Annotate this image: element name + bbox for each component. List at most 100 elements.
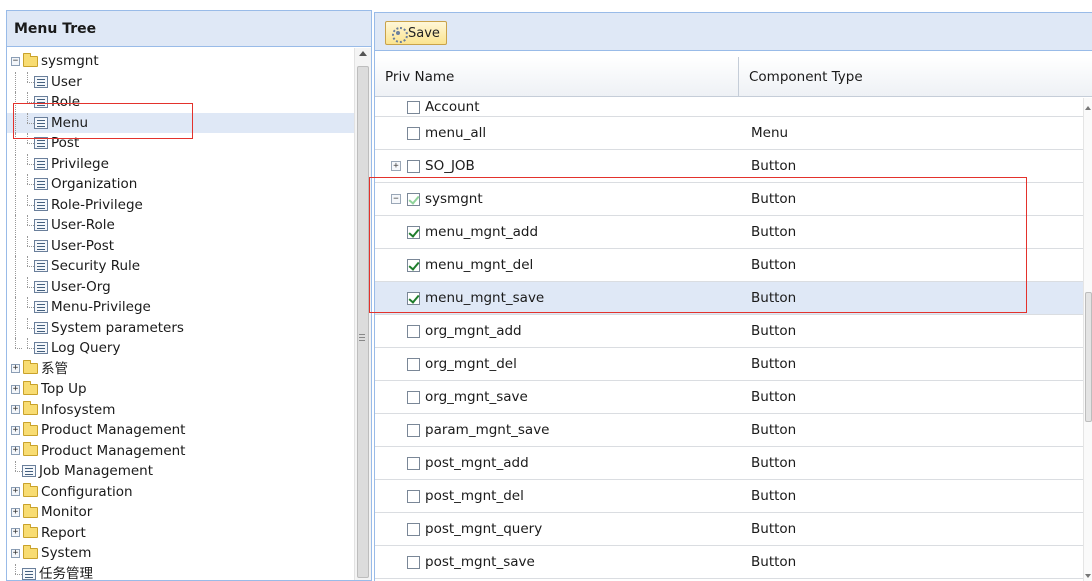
page-icon [34,342,48,355]
component-type-cell: Button [751,521,797,537]
tree-node[interactable]: Log Query [7,338,355,359]
grid-row[interactable]: Account [375,98,1092,117]
tree-node[interactable]: + System [7,543,355,564]
privilege-checkbox[interactable] [407,555,420,569]
collapse-icon[interactable]: − [391,194,401,204]
expand-icon[interactable]: + [11,405,20,415]
privilege-checkbox[interactable] [407,489,420,503]
privilege-checkbox[interactable] [407,390,420,404]
scrollbar-thumb[interactable] [1085,292,1092,422]
grid-row[interactable]: menu_mgnt_save Button [375,282,1092,315]
privilege-checkbox[interactable] [407,357,420,371]
priv-name: menu_mgnt_add [425,224,539,240]
privilege-checkbox[interactable] [407,324,420,338]
privilege-checkbox[interactable] [407,100,420,114]
tree-node-label: Organization [51,176,138,193]
grid-row[interactable]: + SO_JOB Button [375,150,1092,183]
tree-node[interactable]: Menu [7,112,355,133]
grid-row[interactable]: menu_mgnt_del Button [375,249,1092,282]
priv-name: org_mgnt_add [425,323,522,339]
tree-node[interactable]: User-Post [7,235,355,257]
tree-guide-line [22,317,34,338]
grid-row[interactable]: post_mgnt_query Button [375,513,1092,546]
tree-node-label: User-Post [51,237,115,254]
expand-icon[interactable]: + [11,446,20,456]
grid-row[interactable]: menu_all Menu [375,117,1092,150]
grid-row[interactable]: post_mgnt_save Button [375,546,1092,579]
grid-scrollbar[interactable] [1083,98,1092,581]
tree-node[interactable]: Post [7,133,355,154]
tree-node-label: Job Management [39,463,154,480]
page-icon [34,157,48,170]
tree-node[interactable]: Role-Privilege [7,194,355,216]
tree-node[interactable]: + Report [7,523,355,544]
expand-icon[interactable]: + [11,425,20,435]
grid-row[interactable]: post_mgnt_add Button [375,447,1092,480]
privilege-checkbox[interactable] [407,258,420,272]
collapse-icon[interactable]: − [11,56,20,66]
tree-node[interactable]: + Top Up [7,379,355,400]
tree-node[interactable]: Privilege [7,153,355,175]
tree-node[interactable]: Menu-Privilege [7,297,355,318]
expand-icon[interactable]: + [11,384,20,394]
tree-node[interactable]: User-Role [7,215,355,236]
grid-row[interactable]: param_mgnt_save Button [375,414,1092,447]
tree-node[interactable]: − sysmgnt [7,51,355,72]
privilege-checkbox[interactable] [407,159,420,173]
tree-node[interactable]: + 系管 [7,359,355,380]
tree-guide-line [22,235,34,256]
expand-icon[interactable]: + [11,364,20,374]
tree-guide-line [10,338,22,358]
expand-icon[interactable]: + [391,161,401,171]
tree-node[interactable]: Organization [7,174,355,195]
privilege-checkbox[interactable] [407,456,420,470]
privilege-checkbox[interactable] [407,192,420,206]
component-type-cell: Button [751,356,797,372]
save-button[interactable]: Save [385,21,447,45]
page-icon [34,178,48,191]
privilege-checkbox[interactable] [407,225,420,239]
scroll-up-arrow-icon[interactable] [359,51,367,56]
tree-node[interactable]: + Product Management [7,420,355,441]
priv-name: org_mgnt_save [425,389,528,405]
grid-row[interactable]: − sysmgnt Button [375,183,1092,216]
page-icon [34,96,48,109]
tree-node[interactable]: + Configuration [7,482,355,503]
tree-node[interactable]: User [7,71,355,93]
privilege-checkbox[interactable] [407,522,420,536]
tree-node[interactable]: System parameters [7,317,355,339]
tree-node[interactable]: + Product Management [7,441,355,462]
priv-name-cell: menu_all [375,117,739,149]
scrollbar-thumb[interactable] [357,66,369,578]
tree-guide-line [22,133,34,153]
scroll-down-arrow-icon[interactable] [1085,574,1091,578]
privilege-checkbox[interactable] [407,423,420,437]
tree-node[interactable]: + Infosystem [7,400,355,421]
tree-node[interactable]: + Monitor [7,502,355,523]
expand-icon[interactable]: + [11,528,20,538]
grid-row[interactable]: post_mgnt_del Button [375,480,1092,513]
grid-row[interactable]: org_mgnt_add Button [375,315,1092,348]
grid-row[interactable]: menu_mgnt_add Button [375,216,1092,249]
tree-guide-line [22,174,34,194]
tree-node[interactable]: Job Management [7,461,355,482]
grid-row[interactable]: org_mgnt_del Button [375,348,1092,381]
column-header-component-type[interactable]: Component Type [739,57,1092,97]
tree-scrollbar[interactable] [354,48,371,580]
tree-node[interactable]: Role [7,92,355,113]
folder-icon [23,360,38,375]
grid-row[interactable]: org_mgnt_save Button [375,381,1092,414]
tree-node[interactable]: User-Org [7,276,355,298]
tree-node[interactable]: 任务管理 [7,563,355,580]
privilege-checkbox[interactable] [407,126,420,140]
column-header-priv-name[interactable]: Priv Name [375,57,739,97]
privilege-checkbox[interactable] [407,291,420,305]
tree-guide-line [10,297,22,317]
component-type-cell: Button [751,389,797,405]
tree-node[interactable]: Security Rule [7,256,355,277]
expand-icon[interactable]: + [11,487,20,497]
expand-icon[interactable]: + [11,507,20,517]
expand-icon[interactable]: + [11,548,20,558]
tree-node-label: User [51,73,82,90]
scroll-up-arrow-icon[interactable] [1085,106,1091,110]
